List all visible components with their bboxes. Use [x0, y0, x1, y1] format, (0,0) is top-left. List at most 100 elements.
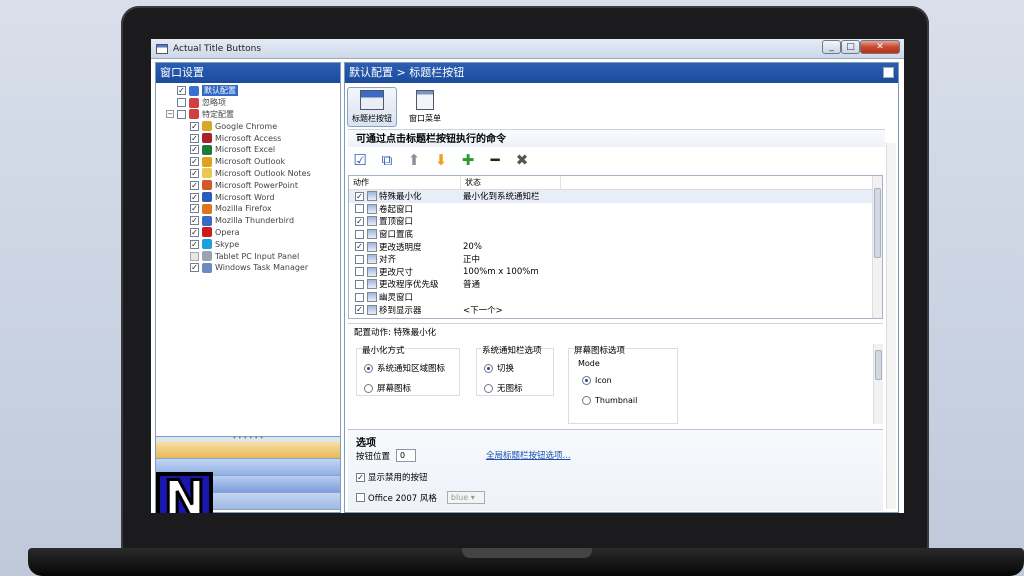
- toolbar-button[interactable]: ✚: [458, 151, 478, 169]
- list-item[interactable]: 特殊最小化 最小化到系统通知栏: [349, 190, 882, 203]
- tree-item[interactable]: Mozilla Thunderbird: [156, 215, 340, 227]
- window-title: Actual Title Buttons: [173, 43, 262, 54]
- tree-checkbox[interactable]: [190, 133, 199, 143]
- radio-screen-icon[interactable]: 屏幕图标: [358, 382, 445, 394]
- radio-mode-thumbnail[interactable]: Thumbnail: [570, 394, 637, 406]
- tree-item[interactable]: Mozilla Firefox: [156, 203, 340, 215]
- action-checkbox[interactable]: [355, 279, 364, 289]
- maximize-button[interactable]: □: [841, 40, 860, 54]
- tree-checkbox[interactable]: [190, 121, 199, 131]
- tree-checkbox[interactable]: [190, 216, 199, 226]
- radio-button[interactable]: [484, 363, 493, 373]
- global-title-buttons-link[interactable]: 全局标题栏按钮选项...: [486, 449, 571, 461]
- tree-checkbox[interactable]: [190, 227, 199, 237]
- button-position-stepper[interactable]: 0: [396, 449, 417, 462]
- action-checkbox[interactable]: [355, 305, 364, 315]
- tree-checkbox[interactable]: [190, 239, 199, 249]
- tree-checkbox[interactable]: [190, 204, 199, 214]
- app-icon: [202, 121, 212, 132]
- action-checkbox[interactable]: [355, 242, 364, 252]
- action-checkbox[interactable]: [355, 191, 364, 201]
- tree-item[interactable]: 默认配置: [156, 85, 340, 97]
- action-checkbox[interactable]: [355, 229, 364, 239]
- title-bar[interactable]: Actual Title Buttons _ □ ✕: [151, 39, 904, 59]
- tree-item[interactable]: Microsoft Excel: [156, 144, 340, 156]
- office-style-dropdown[interactable]: blue ▾: [446, 491, 485, 504]
- tree-checkbox[interactable]: [190, 168, 199, 178]
- radio-button[interactable]: [582, 375, 591, 385]
- tab-window-menu[interactable]: 窗口菜单: [400, 87, 450, 127]
- tree-item[interactable]: Windows Task Manager: [156, 262, 340, 274]
- toolbar-button[interactable]: ✖: [512, 151, 532, 169]
- list-item[interactable]: 更改透明度 20%: [349, 240, 882, 253]
- tree-checkbox[interactable]: [190, 145, 199, 155]
- show-disabled-row[interactable]: 显示禁用的按钮: [356, 471, 428, 483]
- list-item[interactable]: 卷起窗口: [349, 203, 882, 216]
- radio-mode-icon[interactable]: Icon: [570, 374, 637, 386]
- list-scrollbar[interactable]: [872, 176, 882, 318]
- tree-item[interactable]: Skype: [156, 238, 340, 250]
- minimize-button[interactable]: _: [822, 40, 841, 54]
- action-checkbox[interactable]: [355, 292, 364, 302]
- tree-item[interactable]: Opera: [156, 227, 340, 239]
- list-item[interactable]: 移到显示器 <下一个>: [349, 303, 882, 316]
- tree-item[interactable]: Tablet PC Input Panel: [156, 250, 340, 262]
- tree-checkbox[interactable]: [190, 263, 199, 273]
- radio-button[interactable]: [364, 383, 373, 393]
- toolbar-button[interactable]: ⧉: [377, 151, 397, 169]
- column-state[interactable]: 状态: [461, 176, 561, 189]
- close-button[interactable]: ✕: [860, 40, 900, 54]
- expand-icon[interactable]: −: [166, 110, 174, 119]
- tree-item[interactable]: Microsoft PowerPoint: [156, 179, 340, 191]
- list-item[interactable]: 对齐 正中: [349, 253, 882, 266]
- nav-item-1[interactable]: [156, 442, 340, 459]
- action-label: 对齐: [379, 255, 397, 266]
- config-scrollbar[interactable]: [873, 344, 883, 424]
- action-label: 更改透明度: [379, 242, 422, 253]
- tree-checkbox[interactable]: [190, 192, 199, 202]
- column-action[interactable]: 动作: [349, 176, 461, 189]
- tree-item[interactable]: − 特定配置: [156, 109, 340, 121]
- app-icon: [202, 133, 212, 144]
- office-style-row[interactable]: Office 2007 风格 blue ▾: [356, 491, 485, 504]
- tree-checkbox[interactable]: [177, 109, 186, 119]
- tree-checkbox[interactable]: [190, 157, 199, 167]
- list-item[interactable]: 置顶窗口: [349, 215, 882, 228]
- action-checkbox[interactable]: [355, 267, 364, 277]
- show-disabled-checkbox[interactable]: [356, 472, 365, 482]
- tree-checkbox[interactable]: [190, 251, 199, 261]
- tree-checkbox[interactable]: [190, 180, 199, 190]
- action-checkbox[interactable]: [355, 216, 364, 226]
- toolbar-button[interactable]: ⬆: [404, 151, 424, 169]
- tree-item[interactable]: Microsoft Outlook Notes: [156, 168, 340, 180]
- list-item[interactable]: 幽灵窗口: [349, 291, 882, 304]
- tree-item[interactable]: Google Chrome: [156, 120, 340, 132]
- action-checkbox[interactable]: [355, 204, 364, 214]
- radio-no-icon[interactable]: 无图标: [478, 382, 542, 394]
- scroll-thumb[interactable]: [874, 188, 881, 258]
- office-style-checkbox[interactable]: [356, 493, 365, 502]
- radio-tray-icon[interactable]: 系统通知区域图标: [358, 362, 445, 374]
- toolbar-button[interactable]: ━: [485, 151, 505, 169]
- tree-item[interactable]: Microsoft Access: [156, 132, 340, 144]
- radio-button[interactable]: [484, 383, 493, 393]
- toolbar-button[interactable]: ☑: [350, 151, 370, 169]
- restore-pane-icon[interactable]: [883, 67, 894, 78]
- radio-toggle[interactable]: 切换: [478, 362, 542, 374]
- tree-item[interactable]: 忽略项: [156, 97, 340, 109]
- tab-title-buttons[interactable]: 标题栏按钮: [347, 87, 397, 127]
- list-item[interactable]: 窗口置底: [349, 228, 882, 241]
- tree-item[interactable]: Microsoft Outlook: [156, 156, 340, 168]
- list-item[interactable]: 更改程序优先级 普通: [349, 278, 882, 291]
- tree-checkbox[interactable]: [177, 86, 186, 96]
- toolbar-button[interactable]: ⬇: [431, 151, 451, 169]
- tree-item[interactable]: Microsoft Word: [156, 191, 340, 203]
- radio-button[interactable]: [582, 395, 591, 405]
- list-item[interactable]: 更改尺寸 100%m x 100%m: [349, 266, 882, 279]
- scroll-thumb[interactable]: [875, 350, 882, 380]
- tree-checkbox[interactable]: [177, 98, 186, 108]
- pane-scrollbar[interactable]: [886, 143, 896, 509]
- action-checkbox[interactable]: [355, 254, 364, 264]
- radio-button[interactable]: [364, 363, 373, 373]
- right-pane-header: 默认配置 > 标题栏按钮: [345, 63, 898, 83]
